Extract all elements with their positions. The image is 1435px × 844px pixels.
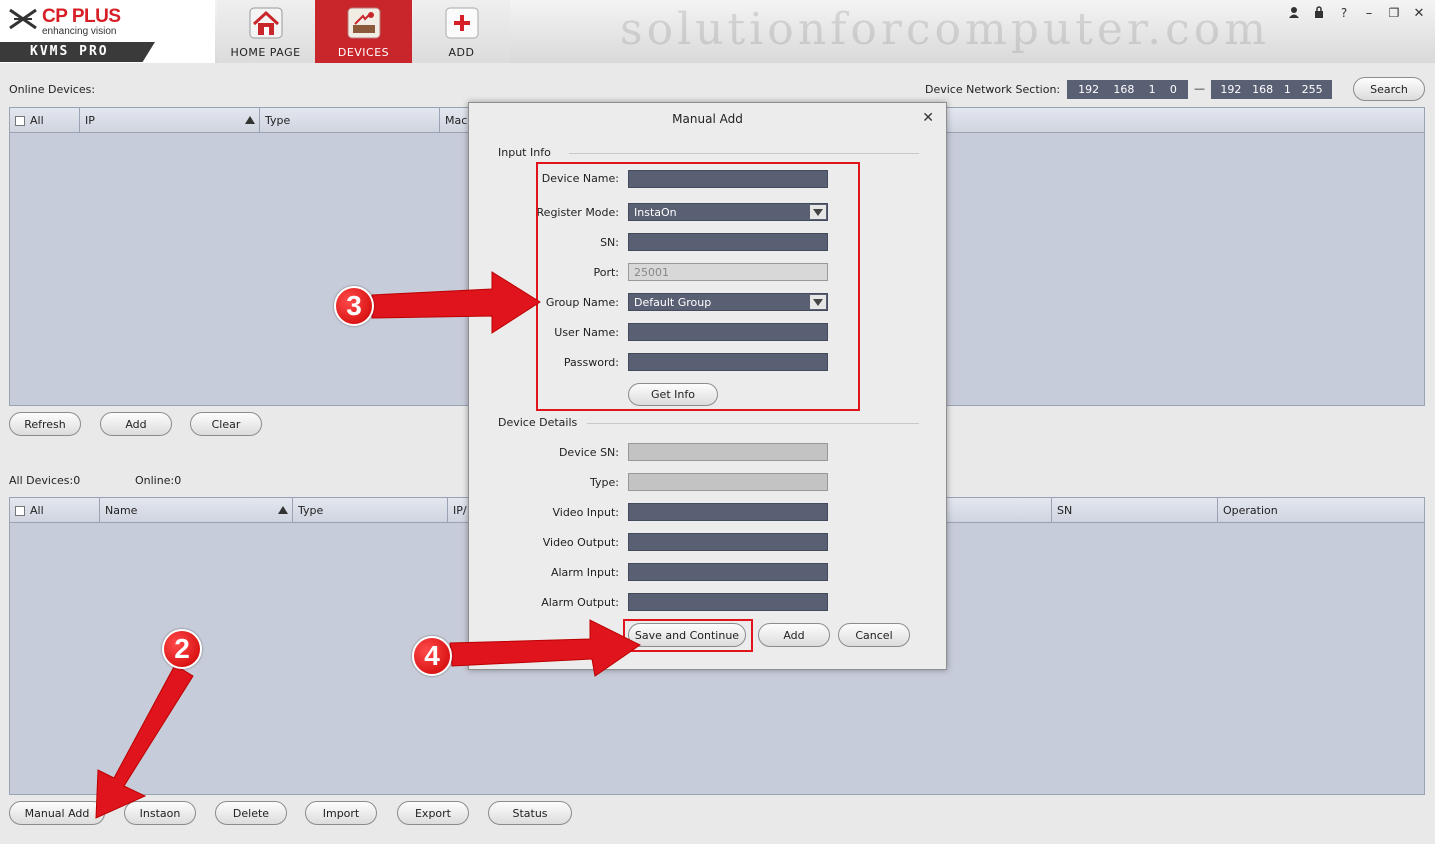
ip-start-octet-1: 192 <box>1078 83 1100 96</box>
device-details-heading: Device Details <box>498 416 578 429</box>
watermark-text: solutionforcomputer.com <box>620 4 1270 55</box>
select-all-devices-column[interactable]: All <box>10 498 100 523</box>
all-devices-count: All Devices:0 <box>9 474 81 487</box>
alarm-output-field[interactable] <box>628 593 828 611</box>
ip-end-octet-2: 168 <box>1252 83 1274 96</box>
select-all-checkbox[interactable] <box>15 115 25 126</box>
type-label: Type: <box>590 476 619 489</box>
input-info-highlight <box>536 162 860 411</box>
input-info-heading: Input Info <box>498 146 551 159</box>
export-button[interactable]: Export <box>397 801 469 825</box>
add-online-button[interactable]: Add <box>100 412 172 436</box>
status-button[interactable]: Status <box>488 801 572 825</box>
help-icon[interactable]: ? <box>1336 6 1352 20</box>
ip-start-field[interactable]: 192 168 1 0 <box>1067 80 1188 99</box>
device-sn-field <box>628 443 828 461</box>
house-icon <box>249 7 283 39</box>
close-icon[interactable]: ✕ <box>1411 6 1427 21</box>
video-input-field[interactable] <box>628 503 828 521</box>
product-name: KVMS PRO <box>30 44 109 59</box>
ip-end-octet-4: 255 <box>1301 83 1323 96</box>
column-operation[interactable]: Operation <box>1218 498 1424 523</box>
alarm-input-field[interactable] <box>628 563 828 581</box>
search-button[interactable]: Search <box>1353 77 1425 101</box>
column-sn[interactable]: SN <box>1051 498 1218 523</box>
column-type[interactable]: Type <box>260 108 440 133</box>
sort-asc-icon <box>278 506 288 514</box>
dialog-title: Manual Add <box>672 112 743 126</box>
column-all-label: All <box>30 504 44 517</box>
cp-plus-logo-icon <box>9 8 37 30</box>
ip-start-octet-2: 168 <box>1113 83 1135 96</box>
dialog-cancel-button[interactable]: Cancel <box>838 623 910 647</box>
column-sn-label: SN <box>1057 504 1073 517</box>
instaon-button[interactable]: Instaon <box>124 801 196 825</box>
select-all-column[interactable]: All <box>10 108 80 133</box>
restore-icon[interactable]: ❐ <box>1386 6 1402 20</box>
type-field <box>628 473 828 491</box>
minimize-icon[interactable]: – <box>1361 6 1377 21</box>
product-band: KVMS PRO <box>0 42 155 62</box>
add-plus-icon <box>445 7 479 39</box>
clear-button[interactable]: Clear <box>190 412 262 436</box>
column-ip[interactable]: IP <box>80 108 260 133</box>
manual-add-button[interactable]: Manual Add <box>9 801 105 825</box>
column-name[interactable]: Name <box>100 498 293 523</box>
alarm-input-label: Alarm Input: <box>550 566 619 579</box>
input-info-divider <box>569 153 919 154</box>
online-count: Online:0 <box>135 474 182 487</box>
column-type-label: Type <box>298 504 324 517</box>
devices-icon <box>347 7 381 39</box>
column-type-label: Type <box>265 114 291 127</box>
select-all-devices-checkbox[interactable] <box>15 505 25 516</box>
sort-asc-icon <box>245 116 255 124</box>
save-continue-highlight <box>623 619 753 652</box>
delete-button[interactable]: Delete <box>215 801 287 825</box>
import-button[interactable]: Import <box>305 801 377 825</box>
column-mac-label: Mac <box>445 114 468 127</box>
network-section-label: Device Network Section: <box>925 83 1061 96</box>
column-ip-label: IP <box>85 114 95 127</box>
tab-devices[interactable]: DEVICES <box>315 0 412 63</box>
refresh-button[interactable]: Refresh <box>9 412 81 436</box>
brand-tagline: enhancing vision <box>42 26 117 37</box>
ip-range-dash: — <box>1194 82 1205 95</box>
ip-end-field[interactable]: 192 168 1 255 <box>1211 80 1332 99</box>
app-header: CP PLUS enhancing vision KVMS PRO HOME P… <box>0 0 1435 63</box>
column-ip-label: IP/ <box>453 504 467 517</box>
ip-start-octet-4: 0 <box>1169 83 1177 96</box>
ip-start-octet-3: 1 <box>1148 83 1156 96</box>
dialog-add-button[interactable]: Add <box>758 623 830 647</box>
video-output-field[interactable] <box>628 533 828 551</box>
ip-end-octet-1: 192 <box>1220 83 1242 96</box>
video-output-label: Video Output: <box>542 536 619 549</box>
column-type[interactable]: Type <box>293 498 448 523</box>
step-badge-4: 4 <box>412 636 452 676</box>
manual-add-dialog: Manual Add ✕ Input Info Device Name: Reg… <box>468 102 947 670</box>
column-name-label: Name <box>105 504 138 517</box>
dialog-close-icon[interactable]: ✕ <box>922 110 934 126</box>
device-details-divider <box>587 423 919 424</box>
brand-logo: CP PLUS enhancing vision KVMS PRO <box>0 0 215 63</box>
tab-add-label: ADD <box>448 46 475 59</box>
column-all-label: All <box>30 114 44 127</box>
tab-add[interactable]: ADD <box>413 0 510 63</box>
online-devices-label: Online Devices: <box>9 83 96 96</box>
alarm-output-label: Alarm Output: <box>541 596 619 609</box>
video-input-label: Video Input: <box>552 506 619 519</box>
column-operation-label: Operation <box>1223 504 1278 517</box>
brand-name: CP PLUS <box>42 6 121 27</box>
device-sn-label: Device SN: <box>558 446 619 459</box>
lock-icon[interactable] <box>1311 6 1327 22</box>
ip-end-octet-3: 1 <box>1283 83 1291 96</box>
tab-home-page[interactable]: HOME PAGE <box>217 0 314 63</box>
tab-home-label: HOME PAGE <box>230 46 301 59</box>
step-badge-3: 3 <box>334 286 374 326</box>
user-icon[interactable] <box>1286 6 1302 22</box>
tab-devices-label: DEVICES <box>337 46 390 59</box>
step-badge-2: 2 <box>162 629 202 669</box>
